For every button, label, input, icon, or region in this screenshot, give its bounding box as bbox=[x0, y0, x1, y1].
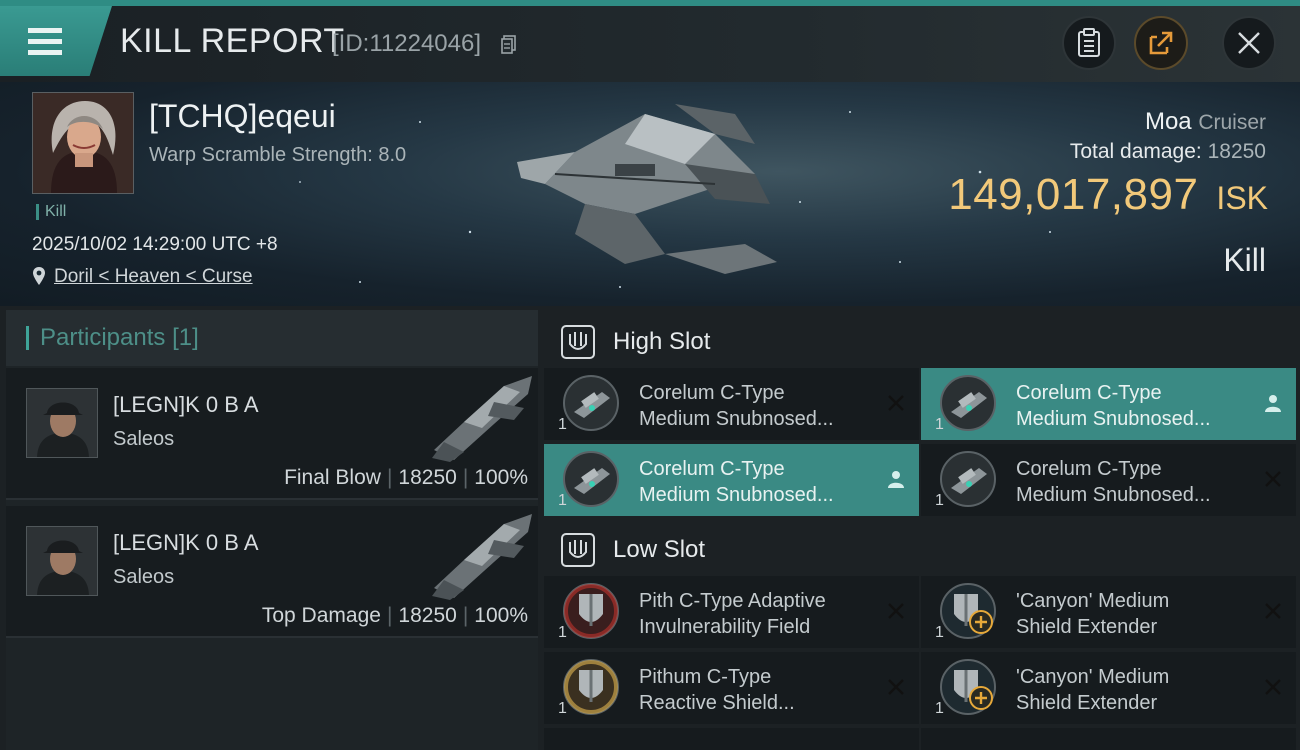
participant-percent: 100% bbox=[474, 604, 528, 627]
kill-timestamp: 2025/10/02 14:29:00 UTC +8 bbox=[32, 234, 278, 255]
participant-name: [LEGN]K 0 B A bbox=[113, 530, 259, 555]
low-slot-label: Low Slot bbox=[613, 536, 706, 563]
warp-scramble-strength: Warp Scramble Strength: 8.0 bbox=[149, 144, 407, 166]
header-accent-line bbox=[0, 0, 1300, 6]
item-name: 'Canyon' Medium Shield Extender bbox=[1016, 590, 1170, 638]
share-icon bbox=[1149, 31, 1173, 55]
slot-shield-icon bbox=[561, 533, 595, 567]
destroyed-x-icon bbox=[888, 603, 904, 619]
isk-unit: ISK bbox=[1216, 180, 1268, 216]
person-icon bbox=[888, 471, 904, 488]
isk-value-row: 149,017,897 ISK bbox=[948, 170, 1268, 220]
low-slot-item[interactable]: 1 'Canyon' Medium Shield Extender bbox=[921, 576, 1296, 648]
item-name: Pith C-Type Adaptive Invulnerability Fiel… bbox=[639, 590, 826, 638]
fitting-slots-panel: High Slot 1 Corelum C-Type Medium Snubnos… bbox=[544, 310, 1300, 750]
total-damage-label: Total damage: bbox=[1069, 140, 1202, 163]
kill-summary-banner: [TCHQ]eqeui Warp Scramble Strength: 8.0 … bbox=[0, 82, 1300, 306]
share-button[interactable] bbox=[1134, 16, 1188, 70]
low-slot-item[interactable]: 1 'Canyon' Medium Shield Extender bbox=[921, 652, 1296, 724]
shield-extender-icon bbox=[940, 659, 996, 715]
participant-ship: Saleos bbox=[113, 428, 175, 450]
participant-role: Final Blow bbox=[284, 466, 381, 489]
participant-damage: 18250 bbox=[398, 466, 457, 489]
clipboard-icon bbox=[1078, 28, 1100, 57]
high-slot-item[interactable]: 1 Corelum C-Type Medium Snubnosed... bbox=[921, 368, 1296, 440]
person-icon bbox=[1265, 395, 1281, 412]
participant-name: [LEGN]K 0 B A bbox=[113, 392, 259, 417]
menu-button[interactable] bbox=[0, 6, 112, 76]
low-slot-item[interactable]: 1 Pithum C-Type Reactive Shield... bbox=[544, 652, 919, 724]
destroyed-x-icon bbox=[1265, 471, 1281, 487]
high-slot-item[interactable]: 1 Corelum C-Type Medium Snubnosed... bbox=[544, 444, 919, 516]
ship-name[interactable]: Moa bbox=[1145, 108, 1192, 135]
copy-icon[interactable] bbox=[501, 35, 516, 54]
participant-damage: 18250 bbox=[398, 604, 457, 627]
participants-title: Participants [1] bbox=[40, 324, 199, 351]
hamburger-icon bbox=[28, 28, 62, 33]
low-slot-header: Low Slot bbox=[544, 520, 1300, 576]
participant-card[interactable]: [LEGN]K 0 B A Saleos Top Damage | 18250 | 10… bbox=[6, 506, 538, 638]
shield-extender-icon bbox=[940, 583, 996, 639]
total-damage-value: 18250 bbox=[1207, 140, 1266, 163]
report-id: [ID:11224046] bbox=[332, 30, 482, 57]
weapon-icon bbox=[563, 375, 619, 431]
weapon-icon bbox=[563, 451, 619, 507]
item-name: Corelum C-Type Medium Snubnosed... bbox=[639, 458, 834, 506]
destroyed-x-icon bbox=[1265, 679, 1281, 695]
participant-role: Top Damage bbox=[261, 604, 381, 627]
participant-percent: 100% bbox=[474, 466, 528, 489]
participant-ship-image bbox=[432, 514, 532, 600]
item-name: Pithum C-Type Reactive Shield... bbox=[639, 666, 795, 714]
high-slot-item[interactable]: 1 Corelum C-Type Medium Snubnosed... bbox=[921, 444, 1296, 516]
participants-panel: Participants [1] [LEGN]K 0 B A Saleos Fi… bbox=[6, 310, 538, 750]
clipboard-button[interactable] bbox=[1062, 16, 1116, 70]
avatar bbox=[26, 388, 98, 458]
avatar bbox=[33, 93, 133, 193]
weapon-icon bbox=[940, 375, 996, 431]
item-name: Corelum C-Type Medium Snubnosed... bbox=[639, 382, 834, 430]
shield-module-icon bbox=[563, 583, 619, 639]
participant-ship: Saleos bbox=[113, 566, 175, 588]
destroyed-x-icon bbox=[888, 395, 904, 411]
ship-type: Moa Cruiser bbox=[1145, 108, 1266, 136]
high-slot-header: High Slot bbox=[544, 312, 1300, 368]
high-slot-item[interactable]: 1 Corelum C-Type Medium Snubnosed... bbox=[544, 368, 919, 440]
kill-result: Kill bbox=[1223, 242, 1266, 278]
location-link[interactable]: Doril < Heaven < Curse bbox=[54, 266, 253, 288]
participants-count: [1] bbox=[172, 324, 199, 351]
victim-name[interactable]: [TCHQ]eqeui bbox=[149, 98, 336, 135]
location-pin-icon bbox=[33, 267, 45, 285]
item-name: 'Canyon' Medium Shield Extender bbox=[1016, 666, 1170, 714]
header-bar: KILL REPORT [ID:11224046] bbox=[0, 0, 1300, 82]
item-name: Corelum C-Type Medium Snubnosed... bbox=[1016, 382, 1211, 430]
participant-card[interactable]: [LEGN]K 0 B A Saleos Final Blow | 18250 | 10… bbox=[6, 368, 538, 500]
page-title: KILL REPORT bbox=[120, 22, 345, 60]
shield-module-icon bbox=[563, 659, 619, 715]
low-slot-item-partial[interactable] bbox=[921, 728, 1296, 750]
participant-stats: Final Blow | 18250 | 100% bbox=[284, 466, 528, 489]
participants-header: Participants [1] bbox=[6, 310, 538, 366]
ship-class: Cruiser bbox=[1198, 111, 1266, 134]
victim-portrait[interactable] bbox=[32, 92, 134, 194]
item-name: Corelum C-Type Medium Snubnosed... bbox=[1016, 458, 1211, 506]
close-button[interactable] bbox=[1222, 16, 1276, 70]
victim-ship-image bbox=[517, 104, 777, 274]
total-damage: Total damage: 18250 bbox=[1070, 140, 1266, 164]
low-slot-item-partial[interactable] bbox=[544, 728, 919, 750]
high-slot-label: High Slot bbox=[613, 328, 711, 355]
slot-shield-icon bbox=[561, 325, 595, 359]
destroyed-x-icon bbox=[1265, 603, 1281, 619]
low-slot-item[interactable]: 1 Pith C-Type Adaptive Invulnerability Fi… bbox=[544, 576, 919, 648]
isk-value: 149,017,897 bbox=[948, 170, 1199, 219]
kill-tag: Kill bbox=[36, 204, 66, 220]
participant-stats: Top Damage | 18250 | 100% bbox=[261, 604, 528, 627]
participant-ship-image bbox=[432, 376, 532, 462]
weapon-icon bbox=[940, 451, 996, 507]
close-icon bbox=[1238, 32, 1260, 54]
avatar bbox=[26, 526, 98, 596]
destroyed-x-icon bbox=[888, 679, 904, 695]
